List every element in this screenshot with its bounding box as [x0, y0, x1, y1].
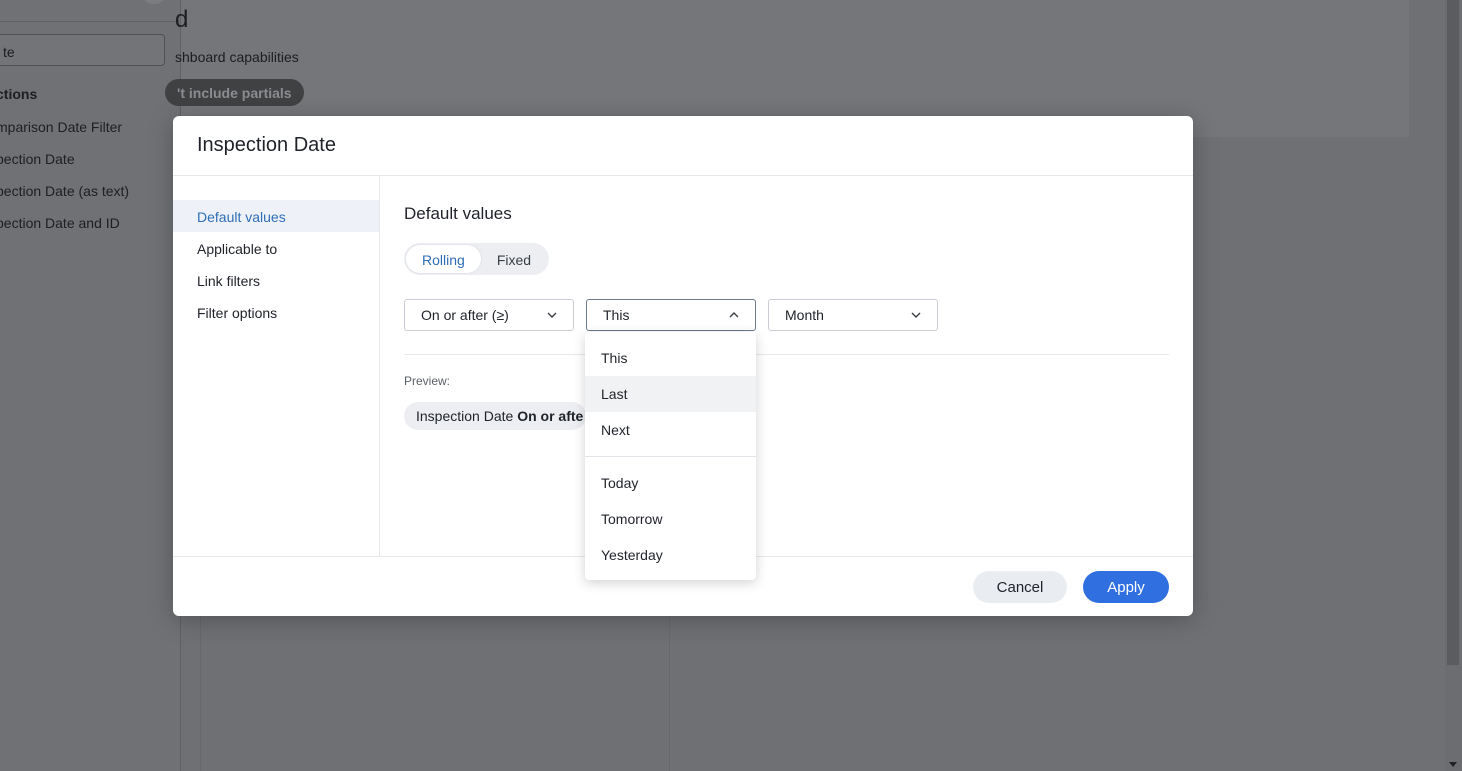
unit-select[interactable]: Month	[768, 299, 938, 331]
dropdown-option-last[interactable]: Last	[585, 376, 756, 412]
page-scrollbar[interactable]	[1445, 0, 1462, 771]
background-list-item: pection Date	[0, 151, 75, 167]
operator-select-value: On or after (≥)	[421, 307, 509, 323]
preview-field: Inspection Date	[416, 408, 514, 424]
dialog-nav: Default values Applicable to Link filter…	[173, 176, 380, 556]
scrollbar-thumb[interactable]	[1447, 0, 1459, 665]
dialog-content: Default values Rolling Fixed On or after…	[404, 176, 1169, 556]
scroll-down-arrow-icon[interactable]	[1449, 762, 1457, 767]
section-title: Default values	[404, 204, 512, 223]
dropdown-option-next[interactable]: Next	[585, 412, 756, 448]
background-divider	[0, 21, 181, 22]
background-panel	[200, 600, 670, 771]
preview-condition: On or afte	[517, 408, 584, 424]
relative-period-dropdown: This Last Next Today Tomorrow Yesterday	[585, 332, 756, 580]
background-page-title: d	[175, 6, 189, 33]
mode-toggle: Rolling Fixed	[404, 243, 550, 275]
preview-pill: Inspection Date On or afte	[404, 402, 586, 430]
background-search-input: te	[0, 34, 165, 66]
dialog-title: Inspection Date	[197, 134, 336, 156]
unit-select-value: Month	[785, 307, 824, 323]
fixed-toggle-button[interactable]: Fixed	[481, 245, 547, 273]
background-sidebar: te ctions mparison Date Filter pection D…	[0, 0, 181, 771]
dropdown-divider	[585, 456, 756, 457]
nav-item-link-filters[interactable]: Link filters	[173, 264, 379, 296]
dropdown-option-this[interactable]: This	[585, 340, 756, 376]
background-list-item: pection Date (as text)	[0, 183, 130, 199]
background-list-item: pection Date and ID	[0, 215, 120, 231]
operator-select[interactable]: On or after (≥)	[404, 299, 574, 331]
background-list-item: mparison Date Filter	[0, 119, 123, 135]
preview-label: Preview:	[404, 374, 451, 388]
background-avatar	[143, 0, 165, 4]
dropdown-option-today[interactable]: Today	[585, 465, 756, 501]
nav-item-default-values[interactable]: Default values	[173, 200, 379, 232]
nav-item-applicable-to[interactable]: Applicable to	[173, 232, 379, 264]
apply-button[interactable]: Apply	[1083, 571, 1169, 603]
dialog-header: Inspection Date	[173, 116, 1193, 176]
dropdown-option-yesterday[interactable]: Yesterday	[585, 537, 756, 573]
rolling-toggle-button[interactable]: Rolling	[406, 245, 481, 273]
relative-period-select-value: This	[603, 307, 630, 323]
chevron-down-icon	[547, 312, 557, 318]
relative-period-select[interactable]: This	[586, 299, 756, 331]
cancel-button[interactable]: Cancel	[973, 571, 1067, 603]
background-partials-pill: 't include partials	[165, 79, 304, 106]
chevron-up-icon	[729, 312, 739, 318]
dropdown-option-tomorrow[interactable]: Tomorrow	[585, 501, 756, 537]
content-divider	[404, 354, 1169, 355]
background-section-title: ctions	[0, 86, 38, 102]
chevron-down-icon	[911, 312, 921, 318]
background-page-subtitle: shboard capabilities	[175, 49, 299, 65]
nav-item-filter-options[interactable]: Filter options	[173, 296, 379, 328]
